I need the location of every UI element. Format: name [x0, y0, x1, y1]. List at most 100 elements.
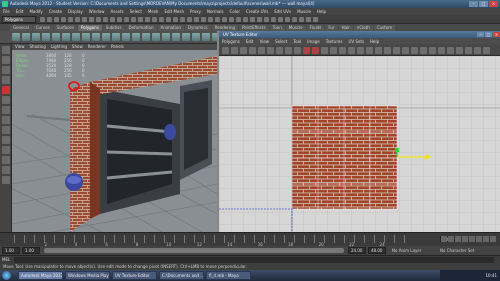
status-line-tool-icon[interactable] [187, 17, 192, 22]
status-line-tool-icon[interactable] [117, 17, 122, 22]
toolbox-tool-icon[interactable] [2, 156, 10, 164]
uv-tool-icon[interactable] [240, 47, 247, 54]
status-line-tool-icon[interactable] [68, 17, 73, 22]
menu-create-uvs[interactable]: Create UVs [246, 9, 268, 14]
status-line-tool-icon[interactable] [152, 17, 157, 22]
shelf-tool-icon[interactable] [182, 33, 190, 41]
uv-tool-icon[interactable] [249, 47, 256, 54]
uv-tool-icon[interactable] [429, 47, 436, 54]
status-line-tool-icon[interactable] [110, 17, 115, 22]
toolbox-tool-icon[interactable] [2, 146, 10, 154]
toolbox-tool-icon[interactable] [2, 116, 10, 124]
uv-tool-icon[interactable] [375, 47, 382, 54]
uv-tool-icon[interactable] [357, 47, 364, 54]
close-icon[interactable]: × [489, 1, 498, 7]
uv-tool-icon[interactable] [438, 47, 445, 54]
shelf-tool-icon[interactable] [42, 33, 50, 41]
menu-set-dropdown[interactable]: Polygons [2, 16, 36, 23]
toolbox-tool-icon[interactable] [2, 126, 10, 134]
go-to-end-icon[interactable] [490, 236, 496, 242]
status-line-tool-icon[interactable] [82, 17, 87, 22]
status-line-tool-icon[interactable] [75, 17, 80, 22]
status-line-tool-icon[interactable] [194, 17, 199, 22]
menu-edit[interactable]: Edit [16, 9, 24, 14]
uv-tool-icon[interactable] [276, 47, 283, 54]
uv-menu-image[interactable]: Image [307, 38, 320, 45]
menu-create[interactable]: Create [49, 9, 62, 14]
toolbox-tool-icon[interactable] [2, 56, 10, 64]
shelf-tool-icon[interactable] [22, 33, 30, 41]
viewport-menu-shading[interactable]: Shading [30, 44, 46, 50]
uv-menu-tool[interactable]: Tool [293, 38, 301, 45]
taskbar-button[interactable]: Windows Media Player [65, 271, 110, 280]
viewport-menu-renderer[interactable]: Renderer [88, 44, 106, 50]
status-line-tool-icon[interactable] [159, 17, 164, 22]
status-line-tool-icon[interactable] [166, 17, 171, 22]
uv-tool-icon[interactable] [384, 47, 391, 54]
status-line-tool-icon[interactable] [271, 17, 276, 22]
shelf-tool-icon[interactable] [12, 33, 20, 41]
toolbox-tool-icon[interactable] [2, 96, 10, 104]
shelf-tool-icon[interactable] [192, 33, 200, 41]
uv-menu-select[interactable]: Select [275, 38, 287, 45]
range-bar[interactable] [44, 248, 344, 253]
shelf-tool-icon[interactable] [132, 33, 140, 41]
status-line-tool-icon[interactable] [54, 17, 59, 22]
shelf-tool-icon[interactable] [112, 33, 120, 41]
uv-maximize-icon[interactable]: □ [485, 32, 492, 37]
menu-muscle[interactable]: Muscle [297, 9, 311, 14]
shelf-tool-icon[interactable] [162, 33, 170, 41]
mel-label[interactable]: MEL [2, 257, 10, 262]
shelf-tool-icon[interactable] [62, 33, 70, 41]
status-line-tool-icon[interactable] [250, 17, 255, 22]
status-line-tool-icon[interactable] [208, 17, 213, 22]
status-line-tool-icon[interactable] [124, 17, 129, 22]
status-line-tool-icon[interactable] [299, 17, 304, 22]
uv-tool-icon[interactable] [312, 47, 319, 54]
uv-menu-polygons[interactable]: Polygons [222, 38, 240, 45]
status-line-tool-icon[interactable] [236, 17, 241, 22]
play-back-icon[interactable] [462, 236, 468, 242]
menu-display[interactable]: Display [68, 9, 83, 14]
uv-tool-icon[interactable] [303, 47, 310, 54]
menu-mesh[interactable]: Mesh [148, 9, 159, 14]
shelf-tool-icon[interactable] [122, 33, 130, 41]
toolbox-tool-icon[interactable] [2, 166, 10, 174]
uv-tool-icon[interactable] [393, 47, 400, 54]
playback-start-field[interactable]: 1.00 [22, 247, 40, 254]
shelf-tool-icon[interactable] [142, 33, 150, 41]
toolbox-tool-icon[interactable] [2, 76, 10, 84]
viewport-menu-panels[interactable]: Panels [111, 44, 124, 50]
uv-tool-icon[interactable] [483, 47, 490, 54]
step-forward-frame-icon[interactable] [476, 236, 482, 242]
uv-close-icon[interactable]: × [493, 32, 500, 37]
status-line-tool-icon[interactable] [47, 17, 52, 22]
uv-tool-icon[interactable] [294, 47, 301, 54]
uv-tool-icon[interactable] [321, 47, 328, 54]
uv-tool-icon[interactable] [474, 47, 481, 54]
uv-menu-edit[interactable]: Edit [246, 38, 254, 45]
shelf-tool-icon[interactable] [202, 33, 210, 41]
status-line-tool-icon[interactable] [222, 17, 227, 22]
toolbox-tool-icon[interactable] [2, 136, 10, 144]
menu-color[interactable]: Color [230, 9, 240, 14]
taskbar-button[interactable]: UV Texture Editor [112, 271, 157, 280]
shelf-tool-icon[interactable] [52, 33, 60, 41]
status-line-tool-icon[interactable] [61, 17, 66, 22]
viewport-menu-view[interactable]: View [15, 44, 25, 50]
clock[interactable]: 10:41 [485, 273, 497, 278]
uv-tool-icon[interactable] [420, 47, 427, 54]
step-back-key-icon[interactable] [448, 236, 454, 242]
perspective-viewport[interactable]: View Shading Lighting Show Renderer Panels Ve… [12, 44, 217, 232]
menu-assets[interactable]: Assets [111, 9, 124, 14]
menu-file[interactable]: File [3, 9, 10, 14]
status-line-tool-icon[interactable] [131, 17, 136, 22]
character-set-label[interactable]: No Character Set [440, 248, 474, 253]
uv-tool-icon[interactable] [456, 47, 463, 54]
status-line-tool-icon[interactable] [264, 17, 269, 22]
uv-tool-icon[interactable] [447, 47, 454, 54]
step-back-frame-icon[interactable] [455, 236, 461, 242]
status-line-tool-icon[interactable] [138, 17, 143, 22]
uv-canvas[interactable] [219, 56, 500, 232]
step-forward-key-icon[interactable] [483, 236, 489, 242]
